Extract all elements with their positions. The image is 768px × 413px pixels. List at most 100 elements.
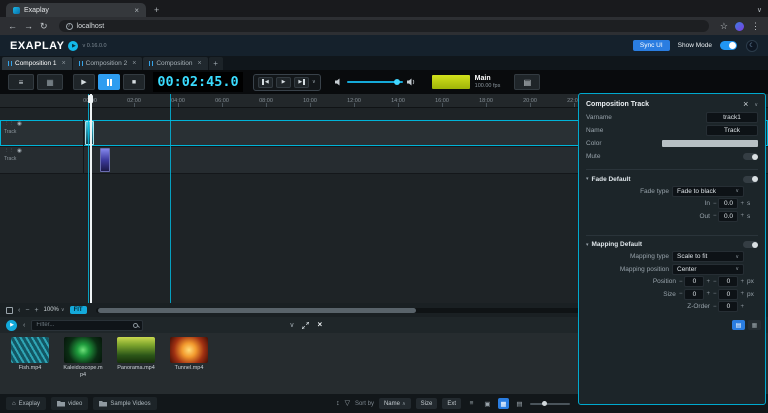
fade-enable-toggle[interactable]: [743, 176, 758, 183]
grid-view-button[interactable]: ▦: [37, 74, 63, 90]
increment-button[interactable]: +: [740, 279, 744, 285]
tab-close-icon[interactable]: ×: [134, 6, 139, 15]
name-input[interactable]: Track: [706, 125, 758, 136]
media-item[interactable]: Fish.mp4: [9, 337, 51, 372]
fade-type-select[interactable]: Fade to black ∨: [672, 186, 744, 197]
close-icon[interactable]: ×: [197, 60, 201, 67]
thumbnail-size-slider[interactable]: [530, 403, 570, 405]
eye-icon[interactable]: ◉: [17, 122, 22, 128]
decrement-button[interactable]: −: [713, 291, 717, 297]
varname-input[interactable]: track1: [706, 112, 758, 123]
media-thumbnail[interactable]: [117, 337, 155, 363]
section-arrow-icon[interactable]: ▾: [586, 176, 589, 182]
show-mode-toggle[interactable]: [720, 41, 737, 50]
filter-input[interactable]: [36, 322, 130, 328]
tab-composition-3[interactable]: Composition ×: [143, 57, 207, 70]
sync-ui-button[interactable]: Sync UI: [633, 40, 670, 51]
scrollbar-thumb[interactable]: [98, 308, 416, 313]
increment-button[interactable]: +: [740, 201, 744, 207]
refresh-icon[interactable]: ↻: [40, 22, 48, 31]
view-small-grid-button[interactable]: ▣: [482, 398, 493, 409]
cue-list-view-button[interactable]: ≡: [8, 74, 34, 90]
add-composition-button[interactable]: +: [209, 57, 223, 70]
decrement-button[interactable]: −: [713, 201, 717, 207]
close-icon[interactable]: ×: [62, 60, 66, 67]
sort-name-button[interactable]: Name ∧: [379, 398, 411, 409]
fade-out-value[interactable]: 0.0: [718, 211, 738, 222]
filter-funnel-icon[interactable]: ▽: [345, 400, 350, 407]
cue-dropdown-icon[interactable]: ∨: [312, 79, 316, 85]
output-mapping-button[interactable]: ▤: [514, 74, 540, 90]
sort-size-button[interactable]: Size: [416, 398, 438, 409]
fullscreen-icon[interactable]: [6, 307, 13, 314]
mute-toggle[interactable]: [743, 153, 758, 160]
drag-handle-icon[interactable]: ⋮⋮: [4, 149, 13, 155]
color-swatch[interactable]: [662, 140, 758, 147]
mapping-type-select[interactable]: Scale to fit ∨: [672, 251, 744, 262]
breadcrumb-folder[interactable]: video: [51, 397, 88, 410]
fade-in-value[interactable]: 0.0: [718, 198, 738, 209]
media-thumbnail[interactable]: [64, 337, 102, 363]
pause-button[interactable]: [98, 74, 120, 90]
decrement-button[interactable]: −: [713, 213, 717, 219]
sort-ext-button[interactable]: Ext: [442, 398, 461, 409]
sort-direction-icon[interactable]: ↕: [336, 400, 340, 407]
output-preview-block[interactable]: [432, 75, 470, 89]
view-list-button[interactable]: ≡: [466, 398, 477, 409]
volume-slider[interactable]: [347, 81, 403, 83]
zoom-level-select[interactable]: 100% ∨: [44, 307, 65, 313]
decrement-button[interactable]: −: [713, 279, 717, 285]
thumbnail-view-button[interactable]: ▤: [732, 320, 745, 330]
collapse-left-icon[interactable]: ‹: [18, 307, 20, 314]
site-info-icon[interactable]: i: [66, 23, 73, 30]
expand-panel-icon[interactable]: [302, 322, 309, 329]
browser-menu-icon[interactable]: ⋮: [751, 22, 760, 31]
bookmark-star-icon[interactable]: ☆: [720, 22, 728, 31]
forward-icon[interactable]: →: [24, 22, 33, 31]
play-cue-button[interactable]: ▶: [276, 77, 291, 88]
increment-button[interactable]: +: [740, 291, 744, 297]
mapping-position-select[interactable]: Center ∨: [672, 264, 744, 275]
increment-button[interactable]: +: [706, 291, 710, 297]
zoom-out-button[interactable]: −: [25, 307, 29, 314]
media-item[interactable]: Panorama.mp4: [115, 337, 157, 372]
media-item[interactable]: Kaleidoscope.mp4: [62, 337, 104, 378]
increment-button[interactable]: +: [740, 304, 744, 310]
decrement-button[interactable]: −: [679, 279, 683, 285]
view-detail-button[interactable]: ▤: [514, 398, 525, 409]
next-cue-button[interactable]: ▶: [294, 77, 309, 88]
increment-button[interactable]: +: [740, 213, 744, 219]
panel-close-icon[interactable]: ×: [743, 100, 748, 109]
play-button[interactable]: ▶: [73, 74, 95, 90]
panel-collapse-icon[interactable]: ∨: [754, 102, 758, 108]
tab-composition-2[interactable]: Composition 2 ×: [73, 57, 143, 70]
new-tab-button[interactable]: +: [154, 5, 159, 15]
breadcrumb-root[interactable]: ⌂ Exaplay: [6, 397, 46, 410]
back-icon[interactable]: ←: [8, 22, 17, 31]
position-x-value[interactable]: 0: [684, 276, 704, 287]
media-thumbnail[interactable]: [170, 337, 208, 363]
increment-button[interactable]: +: [706, 279, 710, 285]
size-h-value[interactable]: 0: [718, 289, 738, 300]
tab-search-icon[interactable]: ∨: [757, 6, 762, 14]
browser-tab[interactable]: Exaplay ×: [6, 3, 146, 17]
previous-cue-button[interactable]: ◀: [258, 77, 273, 88]
position-y-value[interactable]: 0: [718, 276, 738, 287]
timeline-clip[interactable]: [100, 148, 110, 172]
decrement-button[interactable]: −: [713, 304, 717, 310]
tab-composition-1[interactable]: Composition 1 ×: [2, 57, 72, 70]
close-icon[interactable]: ×: [132, 60, 136, 67]
profile-avatar[interactable]: [735, 22, 744, 31]
back-folder-icon[interactable]: ‹: [23, 322, 25, 329]
zoom-in-button[interactable]: +: [34, 307, 38, 314]
decrement-button[interactable]: −: [679, 291, 683, 297]
media-thumbnail[interactable]: [11, 337, 49, 363]
mapping-enable-toggle[interactable]: [743, 241, 758, 248]
breadcrumb-folder[interactable]: Sample Videos: [93, 397, 156, 410]
zorder-value[interactable]: 0: [718, 301, 738, 312]
playhead[interactable]: [88, 94, 93, 303]
collapse-panel-icon[interactable]: ∨: [289, 322, 294, 329]
close-panel-icon[interactable]: ×: [317, 321, 322, 329]
theme-toggle-button[interactable]: ☾: [746, 40, 758, 52]
section-arrow-icon[interactable]: ▾: [586, 242, 589, 248]
